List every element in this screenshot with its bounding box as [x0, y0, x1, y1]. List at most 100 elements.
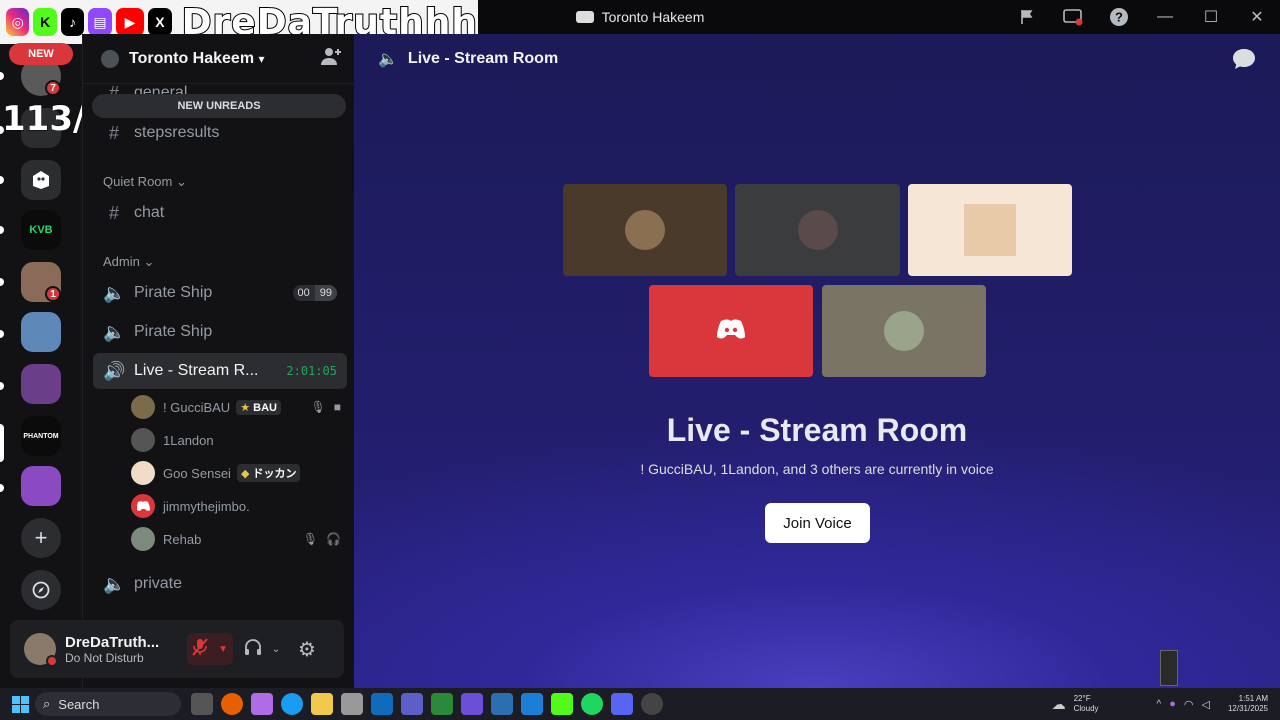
system-tray: ☁ 22°F Cloudy ^ ● ◠ ◁ 1:51 AM 12/31/2025 — [1052, 694, 1280, 714]
task-view-icon[interactable] — [191, 693, 213, 715]
server-icon-7[interactable] — [21, 364, 61, 404]
hash-icon: # — [108, 202, 119, 223]
headphones-icon — [244, 638, 262, 661]
username: DreDaTruth... — [65, 633, 160, 651]
mic-muted-icon: 🎙 — [302, 532, 319, 546]
app-icon-blue[interactable] — [491, 693, 513, 715]
avatar — [131, 461, 155, 485]
voice-user[interactable]: 1Landon — [131, 425, 341, 455]
deafened-icon: 🎧 — [326, 532, 341, 546]
voice-user[interactable]: ! GucciBAU ★ BAU 🎙 ■ — [131, 392, 341, 422]
weather-cloud-icon: ☁ — [1051, 695, 1066, 712]
flag-icon[interactable] — [1004, 0, 1050, 34]
discover-icon[interactable] — [21, 570, 61, 610]
avatar — [625, 210, 665, 250]
store-icon[interactable] — [341, 693, 363, 715]
server-icon-ghost[interactable] — [21, 160, 61, 200]
help-icon[interactable]: ? — [1096, 0, 1142, 34]
app-icon-purple[interactable] — [461, 693, 483, 715]
taskbar-search[interactable]: ⌕ Search — [35, 692, 181, 716]
twitch-icon: ▤ — [88, 8, 112, 36]
channel-sidebar: Toronto Hakeem ▾ # general # stepsresults … — [82, 34, 354, 688]
user-panel: DreDaTruth... Do Not Disturb ▼ ⌄ ⚙ — [10, 620, 344, 678]
speaker-icon: 🔈 — [103, 321, 126, 342]
close-button[interactable]: ✕ — [1234, 0, 1280, 34]
participant-tile[interactable] — [649, 285, 813, 377]
teams-icon[interactable] — [401, 693, 423, 715]
channel-chat[interactable]: # chat — [93, 195, 347, 231]
file-explorer-icon[interactable] — [311, 693, 333, 715]
server-name: Toronto Hakeem ▾ — [129, 49, 265, 67]
kick-app-icon[interactable] — [551, 693, 573, 715]
deafen-toggle[interactable]: ⌄ — [239, 633, 285, 665]
server-settings-icon — [101, 49, 119, 68]
obs-icon[interactable] — [641, 693, 663, 715]
participant-tile[interactable] — [822, 285, 986, 377]
chat-bubble-icon[interactable] — [1232, 48, 1256, 75]
category-quiet-room[interactable]: Quiet Room ⌄ — [103, 174, 187, 190]
discord-app-icon[interactable] — [611, 693, 633, 715]
window-title-group: Toronto Hakeem — [575, 9, 704, 25]
edge-icon[interactable] — [281, 693, 303, 715]
spotify-icon[interactable] — [581, 693, 603, 715]
photos-icon[interactable] — [521, 693, 543, 715]
screen-share-icon[interactable] — [1050, 0, 1096, 34]
svg-text:?: ? — [1115, 10, 1123, 25]
participant-tile[interactable] — [908, 184, 1072, 276]
speaker-icon: 🔈 — [378, 51, 398, 68]
tray-chevron-up-icon[interactable]: ^ — [1157, 699, 1162, 710]
star-icon: ★ — [240, 401, 251, 414]
participant-tile[interactable] — [735, 184, 900, 276]
voice-user[interactable]: Rehab 🎙 🎧 — [131, 524, 341, 554]
voice-timer: 2:01:05 — [286, 364, 337, 378]
clock[interactable]: 1:51 AM 12/31/2025 — [1228, 694, 1268, 714]
copilot-icon[interactable] — [251, 693, 273, 715]
hash-icon: # — [108, 122, 119, 143]
voice-user[interactable]: Goo Sensei ◆ ドッカン — [131, 458, 341, 488]
outlook-icon[interactable] — [371, 693, 393, 715]
mute-toggle[interactable]: ▼ — [187, 633, 233, 665]
channel-live-stream-room[interactable]: 🔊 Live - Stream R... 2:01:05 — [93, 353, 347, 389]
x-icon: X — [148, 8, 172, 36]
channel-pirate-ship-2[interactable]: 🔈 Pirate Ship — [93, 314, 347, 350]
user-settings-button[interactable]: ⚙ — [291, 633, 323, 665]
windows-start-icon[interactable] — [12, 695, 29, 713]
discord-logo-icon — [717, 319, 745, 344]
avatar — [797, 210, 838, 250]
firefox-icon[interactable] — [221, 693, 243, 715]
wifi-icon: ◠ — [1183, 698, 1194, 711]
mention-badge: 1 — [45, 286, 61, 302]
discord-avatar-icon — [131, 494, 155, 518]
minimize-button[interactable]: — — [1142, 0, 1188, 34]
channel-stepsresults[interactable]: # stepsresults — [93, 115, 347, 151]
server-icon-6[interactable] — [21, 312, 61, 352]
video-icon: ■ — [333, 400, 341, 414]
server-icon-kvb[interactable]: KVB — [21, 210, 61, 250]
user-tag: ★ BAU — [236, 399, 281, 415]
maximize-button[interactable]: ☐ — [1188, 0, 1234, 34]
server-icon-9[interactable] — [21, 466, 61, 506]
avatar — [884, 311, 924, 351]
join-voice-button[interactable]: Join Voice — [765, 503, 870, 543]
category-admin[interactable]: Admin ⌄ — [103, 254, 154, 270]
add-server-icon[interactable]: + — [21, 518, 61, 558]
avatar — [131, 527, 155, 551]
channel-pirate-ship-1[interactable]: 🔈 Pirate Ship 00 99 — [93, 275, 347, 311]
voice-user[interactable]: jimmythejimbo. — [131, 491, 341, 521]
avatar[interactable] — [24, 633, 58, 667]
unread-pill — [0, 176, 4, 184]
participant-tile[interactable] — [563, 184, 727, 276]
channel-header-title: Live - Stream Room — [407, 50, 559, 67]
user-info[interactable]: DreDaTruth... Do Not Disturb — [65, 634, 175, 665]
pinned-thumbnail-icon[interactable] — [1160, 650, 1178, 686]
channel-private[interactable]: 🔈 private — [93, 566, 347, 602]
app-icon-green[interactable] — [431, 693, 453, 715]
new-unreads-bar[interactable]: NEW UNREADS — [92, 94, 346, 118]
unread-pill — [0, 226, 4, 234]
server-icon-phantom[interactable]: PHANTOM — [21, 416, 61, 456]
invite-member-icon[interactable] — [320, 46, 342, 71]
discord-logo-icon — [575, 11, 594, 23]
user-tag: ◆ ドッカン — [236, 464, 301, 482]
volume-icon[interactable]: ◁ — [1201, 698, 1209, 711]
weather-widget[interactable]: 22°F Cloudy — [1074, 694, 1099, 714]
